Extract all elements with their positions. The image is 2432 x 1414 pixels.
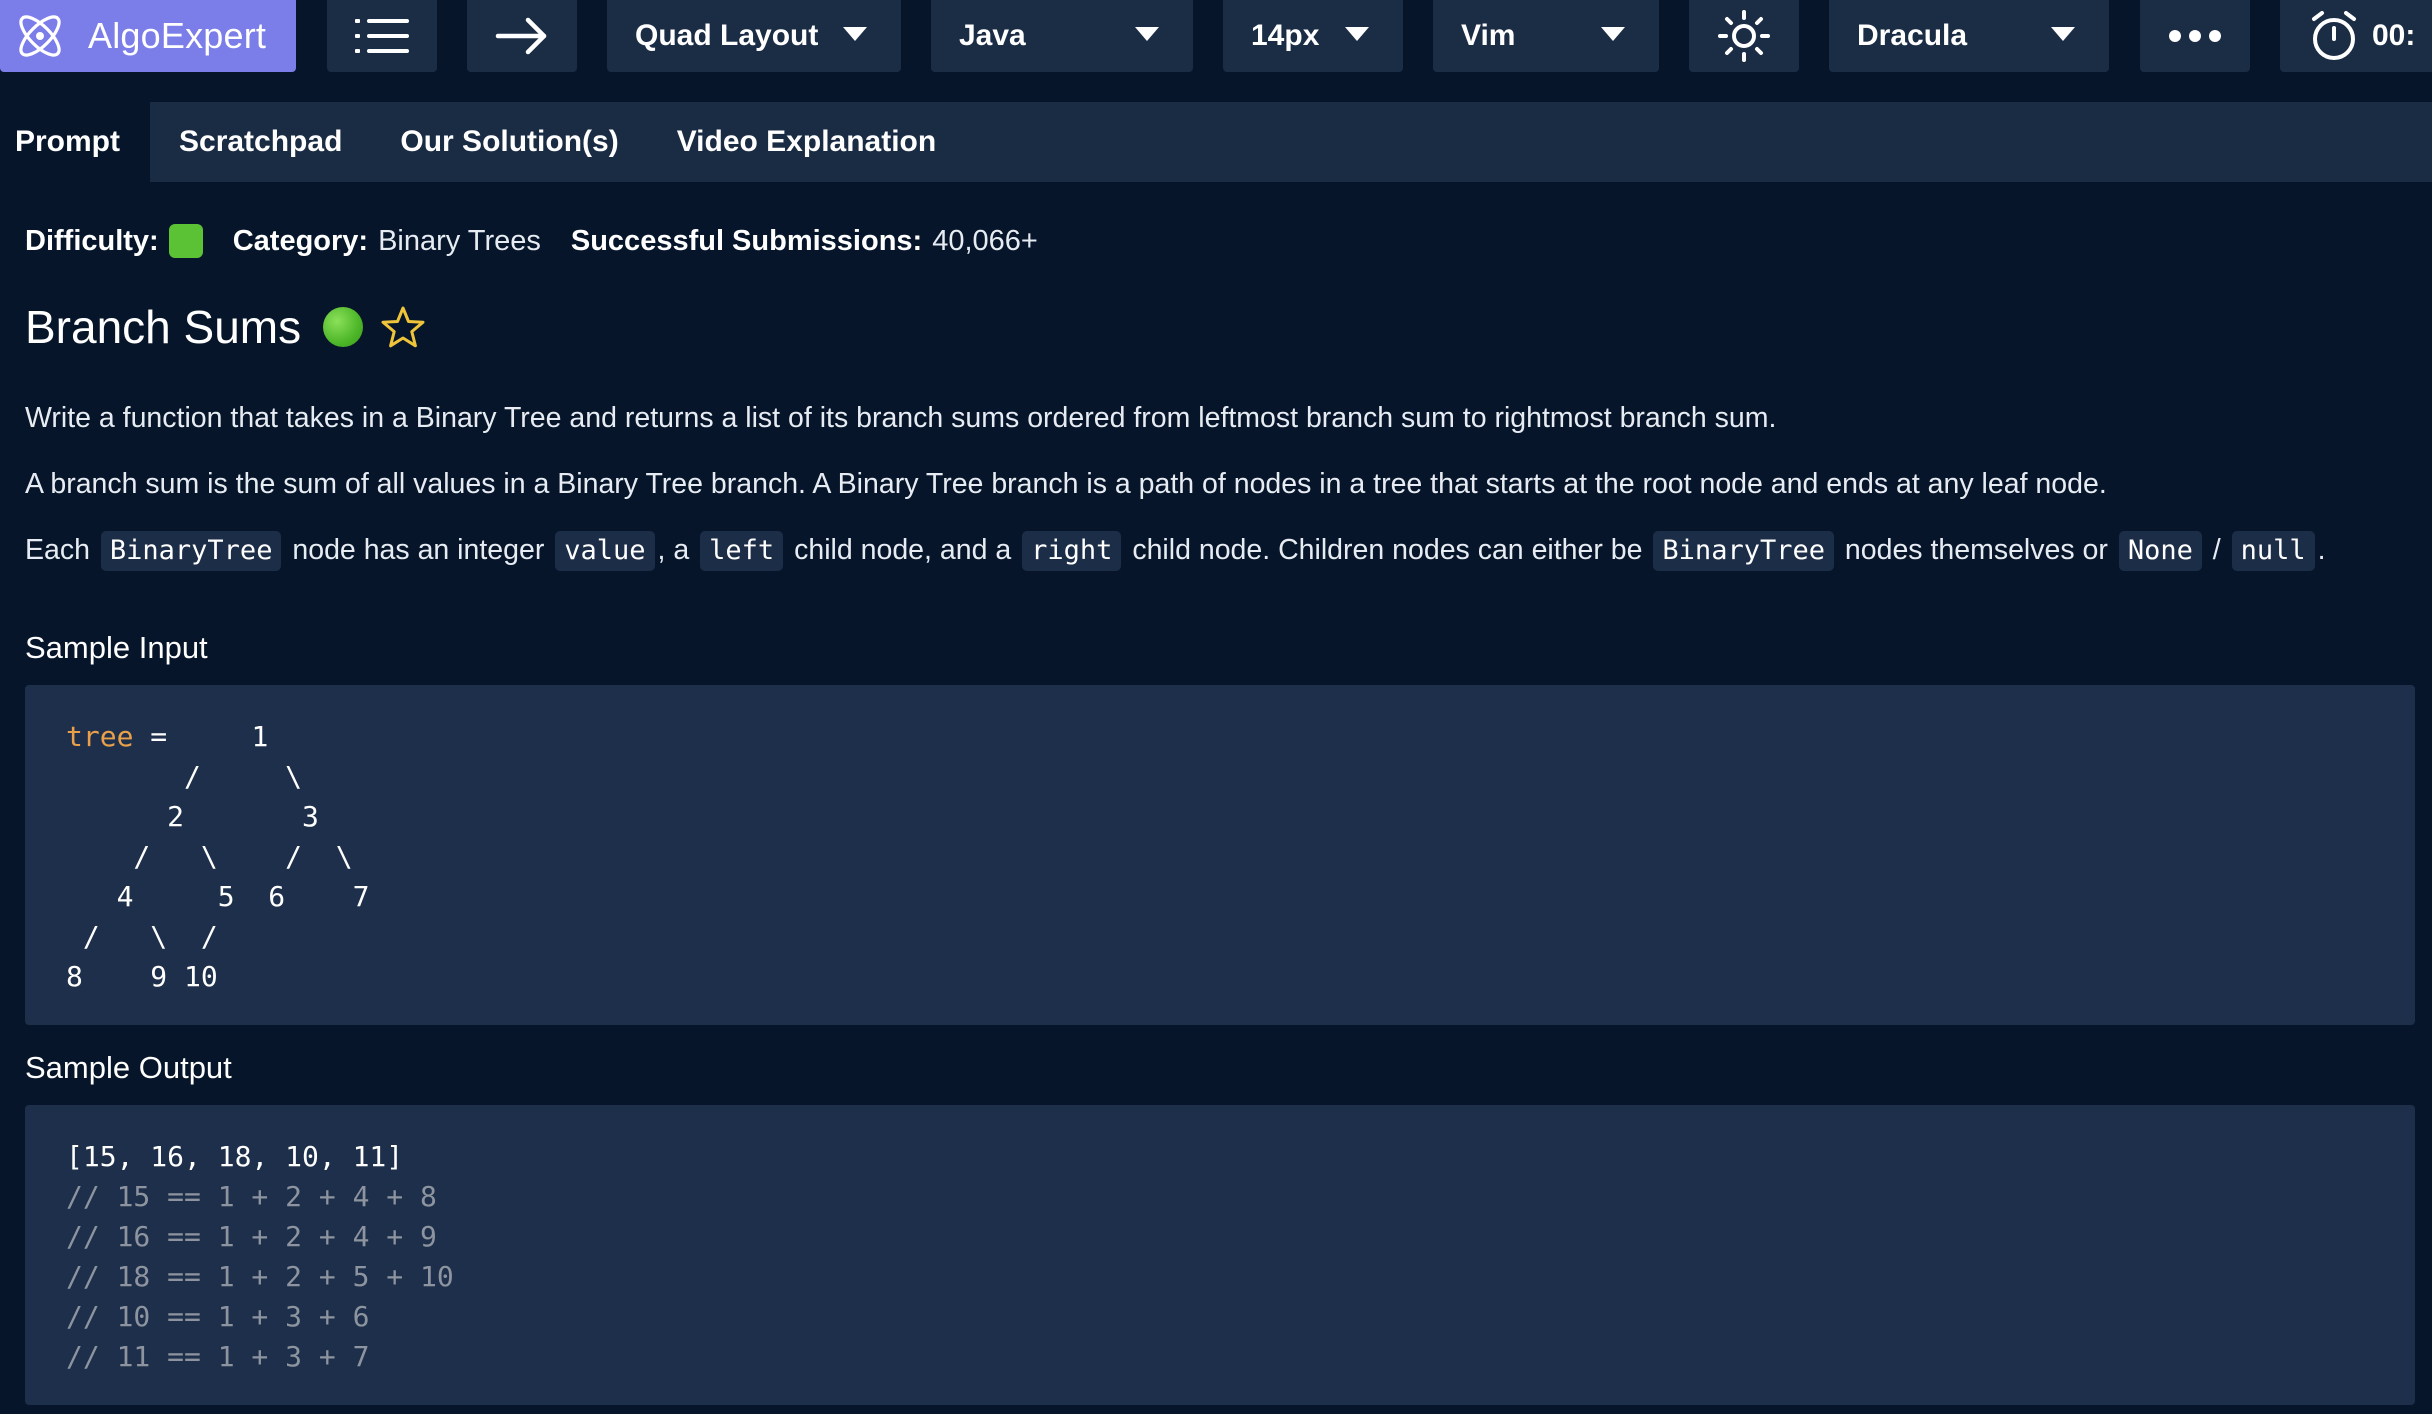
chevron-down-icon — [2051, 27, 2075, 41]
paragraph-text: / — [2212, 534, 2221, 566]
category-label: Category: — [232, 224, 369, 257]
inline-code: None — [2118, 531, 2202, 571]
title-row: Branch Sums — [25, 300, 425, 354]
code-line: [15, 16, 18, 10, 11] — [66, 1140, 404, 1173]
difficulty-badge — [168, 224, 203, 258]
layout-dropdown[interactable]: Quad Layout — [607, 0, 901, 72]
description-paragraph-2: A branch sum is the sum of all values in… — [25, 468, 2107, 500]
code-comment: // 16 == 1 + 2 + 4 + 9 — [66, 1220, 437, 1253]
submissions-value: 40,066+ — [932, 224, 1038, 257]
completion-status-icon — [323, 307, 364, 347]
code-line: / \ — [66, 760, 303, 793]
timer-button[interactable]: 00: — [2280, 0, 2432, 72]
code-keyword: tree — [66, 720, 134, 753]
code-comment: // 18 == 1 + 2 + 5 + 10 — [66, 1260, 454, 1293]
category-value: Binary Trees — [378, 224, 541, 257]
list-icon — [355, 19, 409, 53]
code-line: / \ / \ — [66, 840, 353, 873]
code-line: / \ / — [66, 920, 218, 953]
description-paragraph-1: Write a function that takes in a Binary … — [25, 402, 1777, 434]
tab-our-solutions[interactable]: Our Solution(s) — [371, 102, 647, 182]
logo-text: AlgoExpert — [88, 15, 267, 56]
font-size-dropdown[interactable]: 14px — [1223, 0, 1403, 72]
paragraph-text: . — [2317, 534, 2326, 566]
difficulty-label: Difficulty: — [25, 224, 159, 257]
more-options-button[interactable] — [2140, 0, 2250, 72]
theme-dropdown[interactable]: Dracula — [1829, 0, 2109, 72]
paragraph-text: Each — [25, 534, 90, 566]
arrow-right-icon — [495, 17, 547, 55]
tab-video-explanation[interactable]: Video Explanation — [648, 102, 966, 182]
language-dropdown[interactable]: Java — [931, 0, 1193, 72]
theme-toggle-button[interactable] — [1689, 0, 1799, 72]
paragraph-text: child node. Children nodes can either be — [1132, 534, 1643, 566]
problem-meta: Difficulty: Category: Binary Trees Succe… — [25, 224, 1038, 258]
paragraph-text: child node, and a — [794, 534, 1012, 566]
sample-output-heading: Sample Output — [25, 1050, 232, 1085]
logo[interactable]: AlgoExpert — [0, 0, 296, 72]
sample-input-code: tree = 1 / \ 2 3 / \ / \ 4 5 6 7 / \ / 8… — [25, 685, 2415, 1025]
inline-code: right — [1022, 531, 1122, 571]
code-comment: // 11 == 1 + 3 + 7 — [66, 1340, 370, 1373]
stopwatch-icon — [2312, 11, 2356, 60]
chevron-down-icon — [843, 27, 867, 41]
tab-prompt[interactable]: Prompt — [0, 102, 150, 182]
layout-dropdown-label: Quad Layout — [635, 19, 819, 52]
font-size-dropdown-label: 14px — [1251, 19, 1320, 52]
code-line: tree = 1 — [66, 717, 2415, 757]
keymap-dropdown-label: Vim — [1461, 19, 1516, 52]
paragraph-text: , a — [657, 534, 690, 566]
problem-title: Branch Sums — [25, 301, 302, 353]
code-line: 4 5 6 7 — [66, 880, 370, 913]
chevron-down-icon — [1601, 27, 1625, 41]
language-dropdown-label: Java — [959, 19, 1026, 52]
inline-code: BinaryTree — [100, 531, 282, 571]
chevron-down-icon — [1345, 27, 1369, 41]
sample-input-heading: Sample Input — [25, 630, 208, 665]
menu-button[interactable] — [327, 0, 437, 72]
code-comment: // 15 == 1 + 2 + 4 + 8 — [66, 1180, 437, 1213]
code-comment: // 10 == 1 + 3 + 6 — [66, 1300, 370, 1333]
next-question-button[interactable] — [467, 0, 577, 72]
keymap-dropdown[interactable]: Vim — [1433, 0, 1659, 72]
chevron-down-icon — [1135, 27, 1159, 41]
inline-code: null — [2231, 531, 2315, 571]
description-paragraph-3: Each BinaryTree node has an integer valu… — [25, 530, 2326, 571]
paragraph-text: nodes themselves or — [1844, 534, 2108, 566]
star-icon[interactable] — [381, 305, 425, 349]
tab-bar: Prompt Scratchpad Our Solution(s) Video … — [0, 102, 2432, 182]
paragraph-text: node has an integer — [292, 534, 545, 566]
inline-code: BinaryTree — [1653, 531, 1834, 571]
theme-dropdown-label: Dracula — [1857, 19, 1968, 52]
algoexpert-logo-icon — [19, 15, 61, 57]
code-line: 2 3 — [66, 800, 319, 833]
top-toolbar: AlgoExpert Quad Layout Java 14px Vim Dra… — [0, 0, 2432, 102]
code-line: 8 9 10 — [66, 960, 218, 993]
inline-code: left — [700, 531, 784, 571]
tab-scratchpad[interactable]: Scratchpad — [150, 102, 371, 182]
more-dots-icon — [2169, 30, 2221, 42]
submissions-label: Successful Submissions: — [570, 224, 923, 257]
inline-code: value — [555, 531, 655, 571]
sample-output-code: [15, 16, 18, 10, 11] // 15 == 1 + 2 + 4 … — [25, 1105, 2415, 1405]
code-text: = 1 — [133, 720, 269, 753]
sun-icon — [1718, 10, 1770, 62]
timer-text: 00: — [2372, 19, 2416, 52]
